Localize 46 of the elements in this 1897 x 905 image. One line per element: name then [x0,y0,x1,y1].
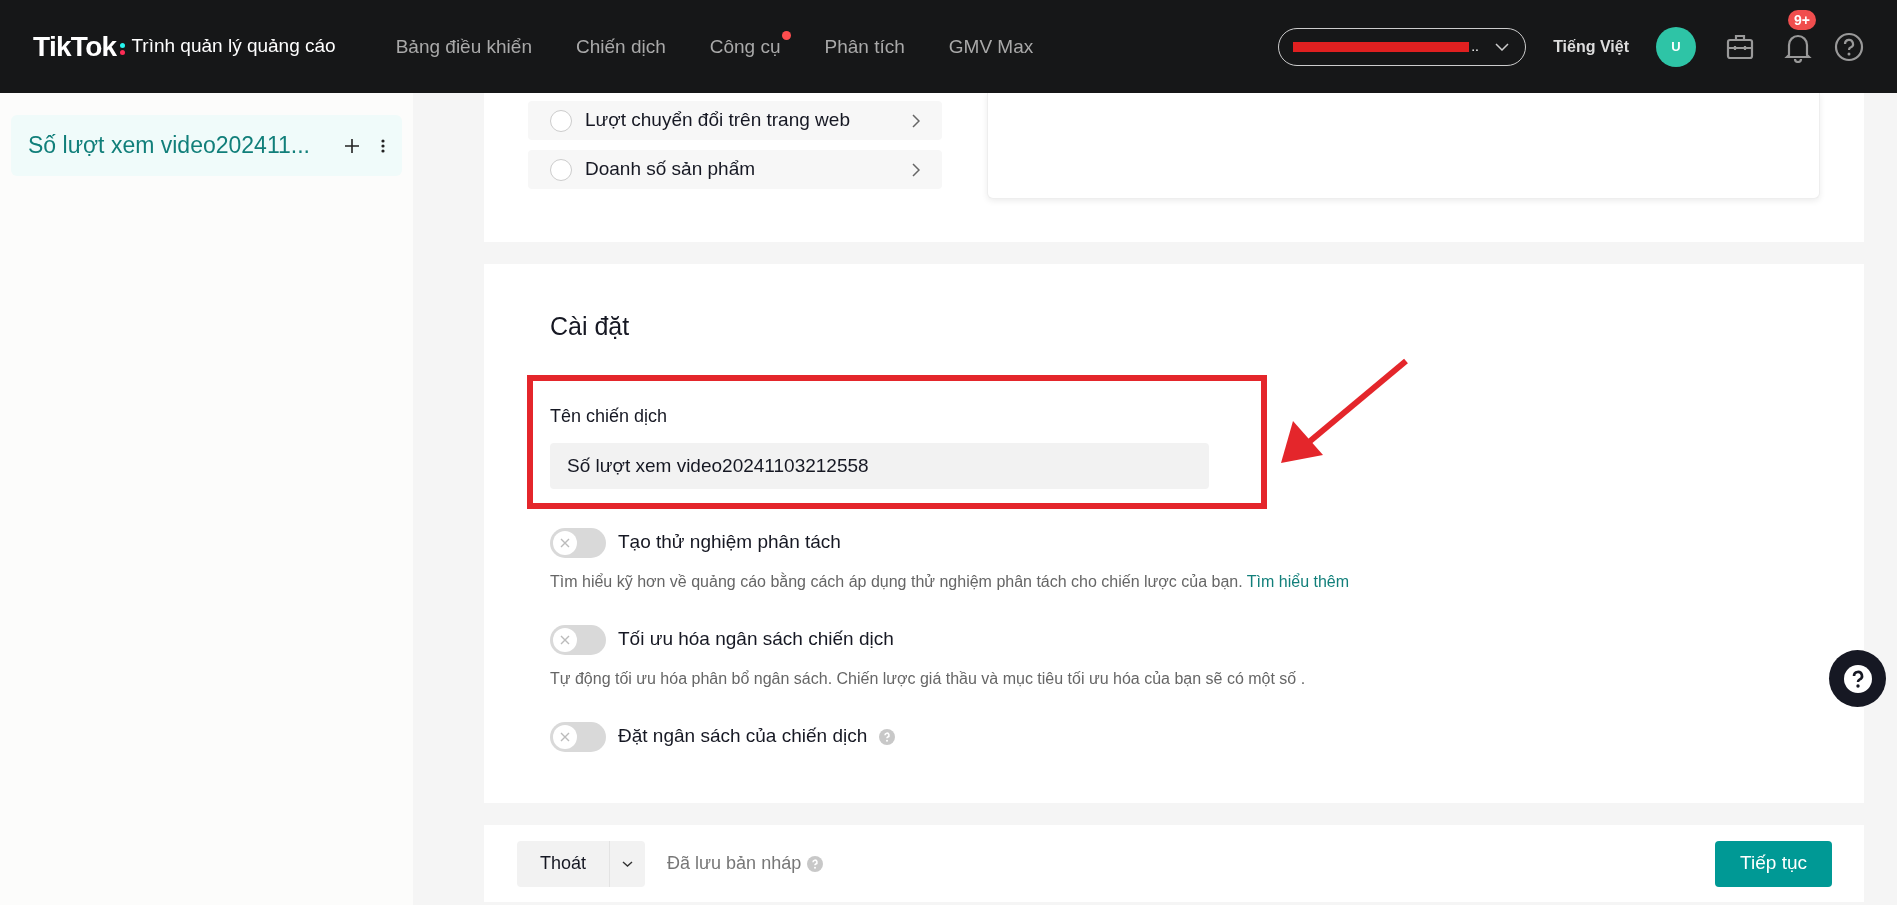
toggle-switch[interactable] [550,527,606,558]
plus-icon[interactable] [345,138,359,153]
logo-subtitle: Trình quản lý quảng cáo [131,34,336,59]
x-icon [560,634,570,645]
learn-more-link[interactable]: Tìm hiểu thêm [1246,572,1350,590]
toggle-description: Tự động tối ưu hóa phân bổ ngân sách. Chiến lược giá thầu và mục tiêu tối ưu hóa của bạn sẽ có một số . [550,668,1306,689]
radio-button[interactable] [550,158,572,181]
nav-link[interactable]: Bảng điều khiển [395,31,542,62]
campaign-name: Số lượt xem video202411... [28,131,311,161]
draft-status: Đã lưu bản nháp [667,852,802,875]
more-icon[interactable] [381,138,385,153]
continue-button[interactable]: Tiếp tục [1715,840,1832,887]
objective-option[interactable]: Doanh số sản phẩm [528,150,942,189]
option-label: Doanh số sản phẩm [585,157,757,182]
radio-button[interactable] [550,109,572,132]
section-title: Cài đặt [550,311,631,342]
sidebar-item[interactable]: Số lượt xem video202411... [11,115,402,176]
toggle-switch[interactable] [550,624,606,655]
logo: TikTok [33,29,117,64]
language-selector[interactable]: Tiếng Việt [1553,34,1629,59]
objective-option[interactable]: Lượt chuyển đổi trên trang web [528,101,942,140]
x-icon [560,537,570,548]
toggle-label: Đặt ngân sách của chiến dịch [618,724,868,749]
notification-badge: 9+ [1788,9,1816,30]
campaign-name-field[interactable]: Số lượt xem video20241103212558 [550,442,1209,489]
chevron-down-icon [622,860,634,867]
field-label: Tên chiến dịch [550,404,669,428]
exit-split-button[interactable]: Thoát [517,840,646,887]
x-icon [560,731,570,742]
toggle-description: Tìm hiểu kỹ hơn về quảng cáo bằng cách áp dụng thử nghiệm phân tách cho chiến lược của bạn. Tìm hiểu thêm [550,571,1350,592]
exit-button[interactable]: Thoát [517,840,610,887]
nav-link[interactable]: Công cụ [709,31,791,62]
nav-link[interactable]: Chiến dịch [575,31,676,62]
option-label: Lượt chuyển đổi trên trang web [585,108,851,133]
briefcase-icon[interactable] [1726,33,1754,60]
nav-link[interactable]: Phân tích [824,31,915,62]
chevron-right-icon [912,113,920,128]
toggle-label: Tối ưu hóa ngân sách chiến dịch [618,627,894,652]
help-icon [1842,663,1873,694]
nav-link[interactable]: GMV Max [948,31,1044,62]
toggle-label: Tạo thử nghiệm phân tách [618,530,841,555]
toggle-switch[interactable] [550,721,606,752]
chevron-down-icon [1494,42,1509,51]
chevron-right-icon [912,162,920,177]
help-icon[interactable] [1834,31,1864,62]
help-icon [807,855,824,872]
